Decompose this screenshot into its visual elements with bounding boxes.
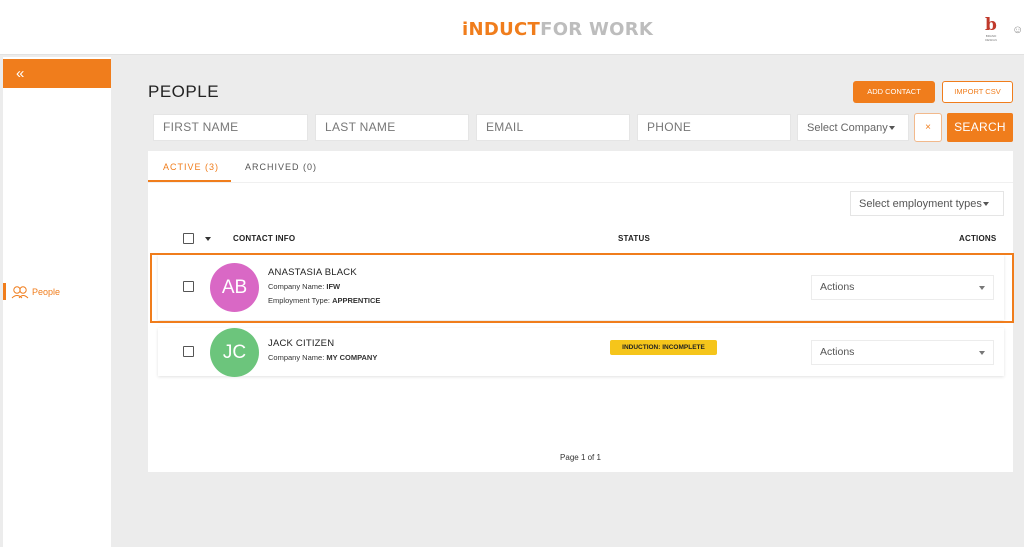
sidebar-item-people[interactable]: People	[3, 283, 111, 301]
page-title: PEOPLE	[148, 82, 220, 101]
people-icon	[11, 286, 29, 299]
row-checkbox[interactable]	[183, 346, 194, 357]
sidebar: « People	[3, 57, 111, 547]
company-line: Company Name: MY COMPANY	[268, 353, 377, 362]
employment-select-label: Select employment types	[859, 198, 982, 210]
select-all-checkbox[interactable]	[183, 233, 194, 244]
actions-dropdown[interactable]: Actions	[811, 275, 994, 300]
user-menu-icon[interactable]: ☺	[1012, 24, 1024, 38]
app-logo[interactable]: iNDUCTFOR WORK	[462, 19, 653, 40]
avatar: AB	[210, 263, 259, 312]
last-name-input[interactable]	[315, 114, 469, 141]
table-row[interactable]: JC JACK CITIZEN Company Name: MY COMPANY…	[158, 328, 1004, 377]
company-value: IFW	[326, 282, 341, 291]
brand-mark: b	[985, 15, 997, 35]
company-value: MY COMPANY	[326, 353, 378, 362]
table-row[interactable]: AB ANASTASIA BLACK Company Name: IFW Emp…	[158, 255, 1004, 320]
chevron-down-icon	[979, 286, 985, 290]
chevron-down-icon	[979, 351, 985, 355]
row-checkbox[interactable]	[183, 281, 194, 292]
active-tab-underline	[148, 180, 231, 182]
import-csv-button[interactable]: IMPORT CSV	[942, 81, 1013, 103]
column-header-actions: ACTIONS	[959, 234, 997, 243]
company-select-label: Select Company	[807, 122, 888, 134]
column-header-contact: CONTACT INFO	[233, 234, 296, 243]
search-button[interactable]: SEARCH	[947, 113, 1013, 142]
tab-archived[interactable]: ARCHIVED (0)	[245, 162, 317, 172]
logo-part2: FOR WORK	[540, 19, 654, 40]
actions-dropdown[interactable]: Actions	[811, 340, 994, 365]
tab-active[interactable]: ACTIVE (3)	[163, 162, 219, 172]
top-bar: iNDUCTFOR WORK b BRAND DESIGN ☺	[0, 0, 1024, 55]
active-indicator	[3, 283, 6, 300]
sidebar-collapse-button[interactable]: «	[3, 59, 111, 88]
column-header-status: STATUS	[618, 234, 651, 243]
company-label: Company Name:	[268, 353, 325, 362]
avatar: JC	[210, 328, 259, 377]
brand-logo[interactable]: b BRAND DESIGN	[980, 15, 1002, 43]
sidebar-item-label: People	[32, 287, 61, 297]
add-contact-button[interactable]: ADD CONTACT	[853, 81, 935, 103]
employment-line: Employment Type: APPRENTICE	[268, 296, 380, 305]
phone-input[interactable]	[637, 114, 791, 141]
employment-type-select[interactable]: Select employment types	[850, 191, 1004, 216]
status-badge: INDUCTION: INCOMPLETE	[610, 340, 717, 355]
contact-name: ANASTASIA BLACK	[268, 267, 357, 278]
first-name-input[interactable]	[153, 114, 308, 141]
pagination-info: Page 1 of 1	[560, 453, 601, 462]
bulk-select-caret-icon[interactable]	[205, 237, 211, 241]
tab-divider	[148, 182, 1013, 183]
contacts-panel: ACTIVE (3) ARCHIVED (0) Select employmen…	[148, 151, 1014, 472]
employment-label: Employment Type:	[268, 296, 330, 305]
chevron-down-icon	[982, 202, 989, 207]
employment-value: APPRENTICE	[332, 296, 381, 305]
email-input[interactable]	[476, 114, 630, 141]
clear-filters-button[interactable]: ×	[914, 113, 942, 142]
actions-label: Actions	[820, 346, 855, 358]
company-line: Company Name: IFW	[268, 282, 340, 291]
actions-label: Actions	[820, 281, 855, 293]
company-select[interactable]: Select Company	[797, 114, 909, 141]
company-label: Company Name:	[268, 282, 325, 291]
contact-name: JACK CITIZEN	[268, 338, 335, 349]
brand-tagline: BRAND DESIGN	[985, 34, 997, 42]
chevron-down-icon	[888, 126, 895, 131]
logo-part1: iNDUCT	[462, 19, 541, 40]
